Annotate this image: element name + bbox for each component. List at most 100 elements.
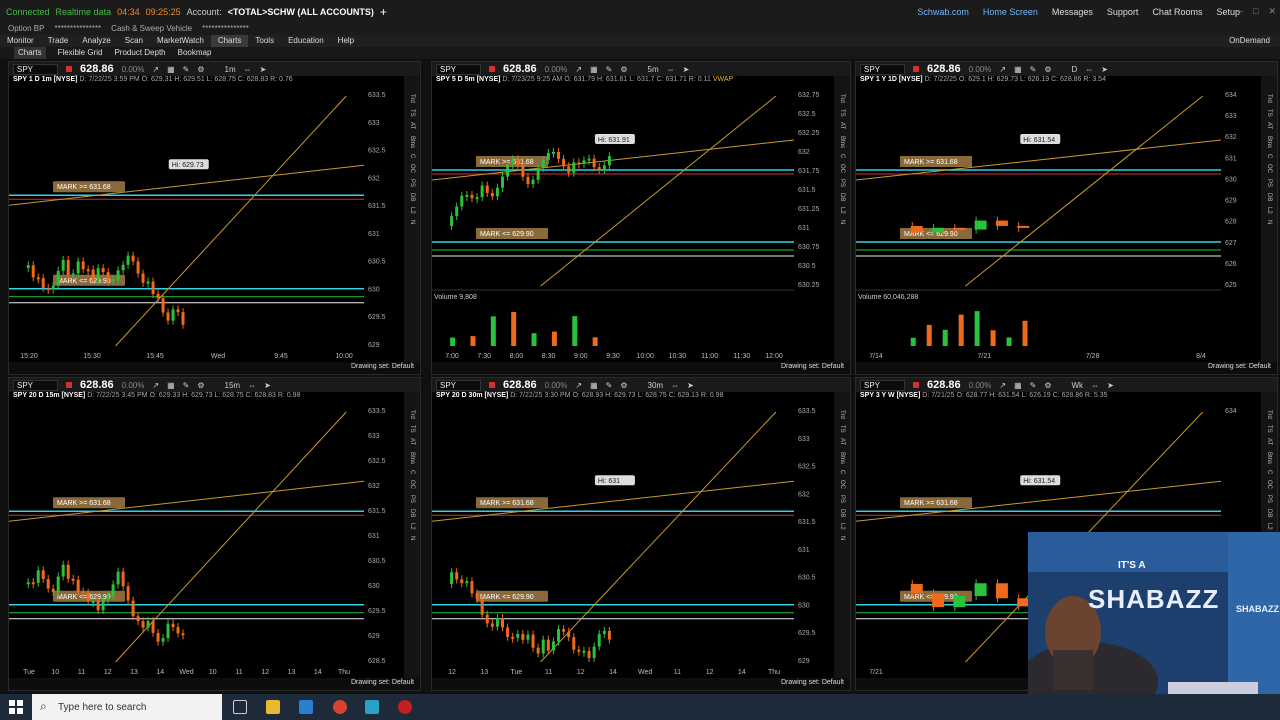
menu-marketwatch[interactable]: MarketWatch	[150, 35, 211, 47]
mark-high-label[interactable]: MARK >= 631.68	[476, 497, 548, 509]
style-icon[interactable]: ✎	[183, 65, 190, 74]
settings-icon[interactable]: ⚙	[1044, 381, 1051, 390]
side-tab-c[interactable]: C	[839, 470, 845, 474]
side-tab-c[interactable]: C	[1266, 154, 1272, 158]
ondemand-button[interactable]: OnDemand	[1229, 35, 1270, 47]
cursor-icon[interactable]: ➤	[1101, 65, 1108, 74]
calendar-icon[interactable]: ▦	[590, 381, 598, 390]
calendar-icon[interactable]: ▦	[590, 65, 598, 74]
side-tab-l2[interactable]: L2	[1266, 523, 1272, 530]
side-tab-oc[interactable]: OC	[1266, 480, 1272, 489]
flip-icon[interactable]: ⇔	[1085, 65, 1093, 74]
home-screen-link[interactable]: Home Screen	[983, 7, 1038, 17]
side-tab-btns[interactable]: Btns	[839, 452, 845, 464]
menu-monitor[interactable]: Monitor	[0, 35, 41, 47]
mark-low-label[interactable]: MARK <= 629.90	[476, 228, 548, 239]
side-tab-ps[interactable]: PS	[839, 495, 845, 503]
minimize-icon[interactable]: —	[1234, 6, 1243, 17]
cursor-icon[interactable]: ➤	[683, 65, 690, 74]
calendar-icon[interactable]: ▦	[1014, 65, 1022, 74]
price-chart[interactable]: 633.5 633 632.5 632 631.5 631 630.5 630 629.5 629…	[432, 402, 834, 680]
symbol-selector[interactable]: SPY	[860, 379, 906, 391]
side-tab-trd[interactable]: Trd	[409, 410, 415, 419]
menu-education[interactable]: Education	[281, 35, 331, 47]
menu-charts[interactable]: Charts	[210, 35, 249, 47]
side-tab-ts[interactable]: TS	[1266, 425, 1272, 433]
side-tab-n[interactable]: N	[839, 220, 845, 224]
price-chart[interactable]: 633.5 633 632.5 632 631.5 631 630.5 630 629.5 629…	[9, 402, 404, 680]
side-tab-at[interactable]: AT	[409, 438, 415, 445]
side-tab-c[interactable]: C	[839, 154, 845, 158]
chrome-icon[interactable]	[333, 700, 347, 714]
menu-help[interactable]: Help	[331, 35, 361, 47]
side-tab-l2[interactable]: L2	[409, 207, 415, 214]
flip-icon[interactable]: ⇔	[667, 65, 675, 74]
side-tab-trd[interactable]: Trd	[1266, 94, 1272, 103]
side-tab-n[interactable]: N	[409, 536, 415, 540]
subtab-charts[interactable]: Charts	[14, 47, 46, 59]
side-tab-db[interactable]: DB	[1266, 193, 1272, 201]
trend-line[interactable]	[965, 95, 1204, 287]
side-tab-l2[interactable]: L2	[839, 523, 845, 530]
side-tab-at[interactable]: AT	[839, 122, 845, 129]
link-icon[interactable]	[489, 66, 496, 72]
side-tab-at[interactable]: AT	[839, 438, 845, 445]
flip-icon[interactable]: ⇔	[244, 65, 252, 74]
link-icon[interactable]	[489, 382, 496, 388]
symbol-selector[interactable]: SPY	[13, 63, 59, 75]
side-tab-ts[interactable]: TS	[839, 425, 845, 433]
messages-link[interactable]: Messages	[1052, 7, 1093, 17]
calendar-icon[interactable]: ▦	[1014, 381, 1022, 390]
side-tab-at[interactable]: AT	[409, 122, 415, 129]
settings-icon[interactable]: ⚙	[197, 381, 204, 390]
price-chart[interactable]: 633.5 633 632.5 632 631.5 631 630.5 630 629.5 629…	[9, 86, 404, 364]
mark-high-label[interactable]: MARK >= 631.68	[900, 497, 972, 509]
side-tab-trd[interactable]: Trd	[1266, 410, 1272, 419]
side-tab-db[interactable]: DB	[1266, 509, 1272, 517]
side-tab-n[interactable]: N	[839, 536, 845, 540]
menu-analyze[interactable]: Analyze	[75, 35, 117, 47]
chart-pane-3[interactable]: SPY 628.86 0.00% ↗ ▦ ✎ ⚙ D ⇔ ➤ SPY 1 Y 1D [NYSE] D…	[855, 61, 1278, 375]
account-selector[interactable]: <TOTAL>SCHW (ALL ACCOUNTS)	[228, 7, 374, 17]
side-tab-ps[interactable]: PS	[1266, 495, 1272, 503]
settings-icon[interactable]: ⚙	[197, 65, 204, 74]
mark-low-label[interactable]: MARK <= 629.90	[476, 590, 548, 602]
side-tab-n[interactable]: N	[1266, 220, 1272, 224]
side-tab-n[interactable]: N	[409, 220, 415, 224]
style-icon[interactable]: ✎	[606, 381, 613, 390]
flip-icon[interactable]: ⇔	[1091, 381, 1099, 390]
link-icon[interactable]	[913, 66, 920, 72]
file-explorer-icon[interactable]	[266, 700, 280, 714]
side-tab-at[interactable]: AT	[1266, 438, 1272, 445]
symbol-selector[interactable]: SPY	[860, 63, 906, 75]
share-icon[interactable]: ↗	[575, 381, 582, 390]
side-tab-ts[interactable]: TS	[409, 425, 415, 433]
link-icon[interactable]	[66, 382, 73, 388]
side-tab-db[interactable]: DB	[839, 193, 845, 201]
mark-high-label[interactable]: MARK >= 631.68	[53, 181, 125, 193]
interval-selector[interactable]: 1m	[225, 65, 236, 74]
flip-icon[interactable]: ⇔	[248, 381, 256, 390]
side-tab-ps[interactable]: PS	[839, 179, 845, 187]
drawing-set-selector[interactable]: Drawing set: Default	[781, 363, 844, 370]
interval-selector[interactable]: 15m	[225, 381, 241, 390]
chat-rooms-link[interactable]: Chat Rooms	[1152, 7, 1202, 17]
chart-pane-2[interactable]: SPY 628.86 0.00% ↗ ▦ ✎ ⚙ 5m ⇔ ➤ SPY 5 D 5m [NYSE] …	[431, 61, 851, 375]
support-link[interactable]: Support	[1107, 7, 1139, 17]
side-tab-db[interactable]: DB	[409, 193, 415, 201]
mark-high-label[interactable]: MARK >= 631.68	[53, 497, 125, 509]
side-tab-l2[interactable]: L2	[1266, 207, 1272, 214]
side-tab-db[interactable]: DB	[409, 509, 415, 517]
maximize-icon[interactable]: □	[1253, 6, 1258, 17]
side-tab-oc[interactable]: OC	[409, 480, 415, 489]
share-icon[interactable]: ↗	[152, 65, 159, 74]
side-tab-l2[interactable]: L2	[839, 207, 845, 214]
flip-icon[interactable]: ⇔	[671, 381, 679, 390]
side-tab-trd[interactable]: Trd	[839, 94, 845, 103]
subtab-flexible-grid[interactable]: Flexible Grid	[58, 47, 103, 59]
side-tab-ps[interactable]: PS	[409, 495, 415, 503]
settings-icon[interactable]: ⚙	[620, 65, 627, 74]
side-tab-c[interactable]: C	[409, 470, 415, 474]
drawing-set-selector[interactable]: Drawing set: Default	[781, 679, 844, 686]
side-tab-ts[interactable]: TS	[1266, 109, 1272, 117]
